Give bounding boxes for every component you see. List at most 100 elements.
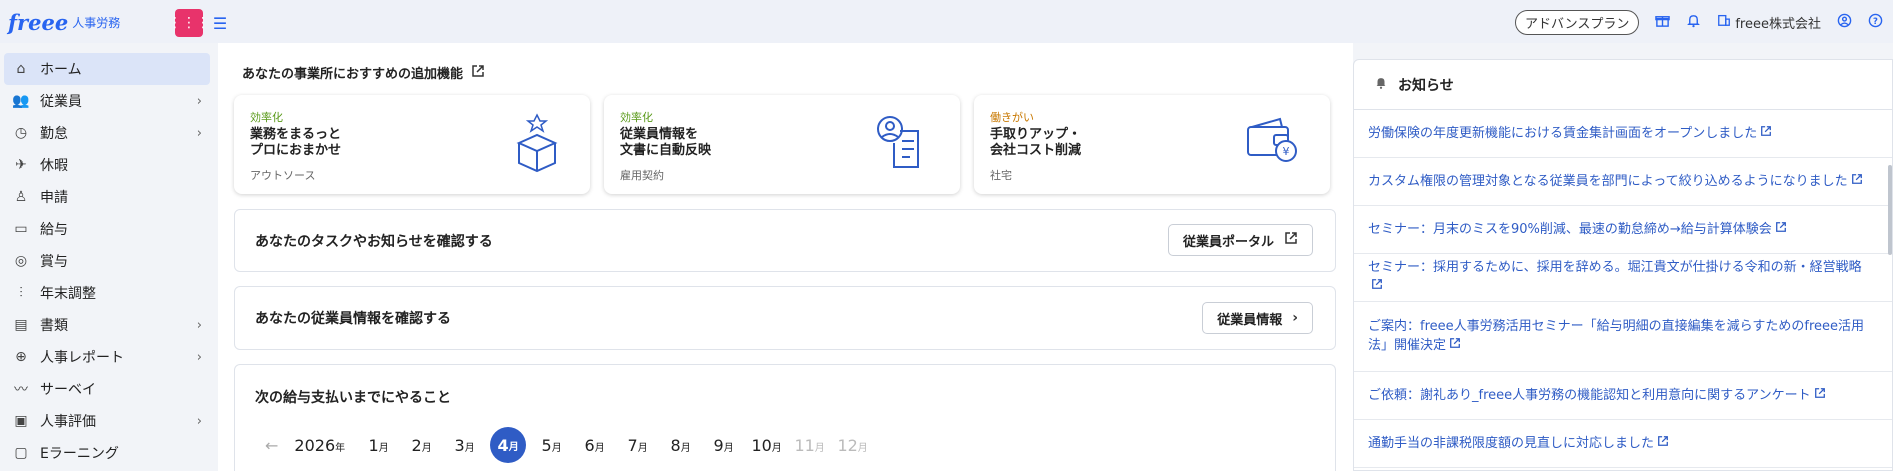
logo-product-name: 人事労務 bbox=[72, 15, 121, 30]
month-selector: ← 2026年 1月 2月 3月 4 月 5月 6月 7月 8月 9月 10月 11月 12月 bbox=[265, 427, 874, 463]
external-link-icon bbox=[1851, 174, 1863, 188]
news-item-text: カスタム権限の管理対象となる従業員を部門によって絞り込めるようになりました bbox=[1368, 174, 1848, 189]
svg-text:?: ? bbox=[1873, 15, 1878, 25]
svg-text:¥: ¥ bbox=[1283, 145, 1290, 158]
external-link-icon bbox=[1284, 231, 1298, 249]
external-link-icon bbox=[1449, 338, 1461, 352]
month-5[interactable]: 5月 bbox=[530, 436, 573, 455]
user-icon[interactable] bbox=[1837, 13, 1852, 32]
month-10[interactable]: 10月 bbox=[745, 436, 788, 455]
employee-info-panel: あなたの従業員情報を確認する 従業員情報 › bbox=[234, 286, 1336, 350]
freee-logo[interactable]: freee 人事労務 bbox=[8, 9, 121, 35]
payroll-title: 次の給与支払いまでにやること bbox=[255, 390, 451, 406]
chevron-right-icon: › bbox=[196, 317, 202, 333]
month-2[interactable]: 2月 bbox=[400, 436, 443, 455]
sidebar-item-hr-report[interactable]: ⊕ 人事レポート › bbox=[4, 341, 210, 373]
elearning-icon: ▢ bbox=[14, 445, 28, 461]
chevron-right-icon: › bbox=[196, 93, 202, 109]
sidebar-item-label: 休暇 bbox=[40, 158, 68, 174]
feature-tag: 効率化 bbox=[620, 111, 653, 124]
news-item[interactable]: 通勤手当の非課税限度額の見直しに対応しました bbox=[1354, 420, 1892, 468]
bell-icon[interactable] bbox=[1686, 13, 1701, 32]
box-icon bbox=[514, 113, 560, 179]
prev-arrow-icon[interactable]: ← bbox=[265, 436, 278, 455]
sidebar-item-requests[interactable]: ♙ 申請 bbox=[4, 181, 210, 213]
payroll-panel: 次の給与支払いまでにやること ← 2026年 1月 2月 3月 4 月 5月 6月 7月 8月 9… bbox=[234, 364, 1336, 471]
sidebar-item-attendance[interactable]: ◷ 勤怠 › bbox=[4, 117, 210, 149]
company-switcher[interactable]: freee株式会社 bbox=[1717, 13, 1821, 32]
sidebar-item-label: 賞与 bbox=[40, 254, 68, 270]
news-item[interactable]: カスタム権限の管理対象となる従業員を部門によって絞り込めるようになりました bbox=[1354, 158, 1892, 206]
sidebar-item-payroll[interactable]: ▭ 給与 bbox=[4, 213, 210, 245]
month-1[interactable]: 1月 bbox=[357, 436, 400, 455]
clock-icon: ◷ bbox=[14, 125, 28, 141]
news-item-text: セミナー：月末のミスを90%削減、最速の勤怠締め→給与計算体験会 bbox=[1368, 222, 1772, 237]
medal-icon: ◎ bbox=[14, 253, 28, 269]
sidebar-item-employees[interactable]: 👥 従業員 › bbox=[4, 85, 210, 117]
card-icon: ▭ bbox=[14, 221, 28, 237]
tasks-panel: あなたのタスクやお知らせを確認する 従業員ポータル bbox=[234, 209, 1336, 272]
sidebar-item-label: 従業員 bbox=[40, 94, 82, 110]
home-icon: ⌂ bbox=[16, 61, 26, 77]
feature-title: 手取りアップ・ 会社コスト削減 bbox=[990, 127, 1082, 158]
news-item[interactable]: 労働保険の年度更新機能における賃金集計画面をオープンしました bbox=[1354, 110, 1892, 158]
news-item-text: 労働保険の年度更新機能における賃金集計画面をオープンしました bbox=[1368, 126, 1758, 141]
recommend-section-title[interactable]: あなたの事業所におすすめの追加機能 bbox=[242, 63, 485, 82]
sidebar-item-documents[interactable]: ▤ 書類 › bbox=[4, 309, 210, 341]
month-11: 11月 bbox=[794, 435, 825, 455]
sidebar-item-elearning[interactable]: ▢ Eラーニング bbox=[4, 437, 210, 469]
apps-grid-icon[interactable]: ⋮⋮⋮ bbox=[168, 9, 210, 37]
plan-badge[interactable]: アドバンスプラン bbox=[1514, 9, 1640, 35]
feature-title: 業務をまるっと プロにおまかせ bbox=[250, 127, 342, 158]
employee-portal-label: 従業員ポータル bbox=[1182, 234, 1274, 250]
news-item[interactable]: セミナー：採用するために、採用を辞める。堀江貴文が仕掛ける令和の新・経営戦略 bbox=[1354, 254, 1892, 302]
employee-portal-button[interactable]: 従業員ポータル bbox=[1167, 224, 1313, 256]
feature-tag: 効率化 bbox=[250, 111, 283, 124]
feature-card-employment-contract[interactable]: 効率化 従業員情報を 文書に自動反映 雇用契約 bbox=[604, 95, 960, 194]
help-icon[interactable]: ? bbox=[1868, 13, 1883, 32]
chevron-right-icon: › bbox=[1292, 310, 1298, 326]
sidebar-item-survey[interactable]: 〰 サーベイ bbox=[4, 373, 210, 405]
building-icon bbox=[1717, 13, 1731, 31]
sidebar-item-label: Eラーニング bbox=[40, 446, 119, 462]
news-item[interactable]: ご依頼：謝礼あり_freee人事労務の機能認知と利用意向に関するアンケート bbox=[1354, 372, 1892, 420]
sidebar-item-label: 人事レポート bbox=[40, 350, 124, 366]
month-8[interactable]: 8月 bbox=[659, 436, 702, 455]
feature-card-outsource[interactable]: 効率化 業務をまるっと プロにおまかせ アウトソース bbox=[234, 95, 590, 194]
feature-card-company-housing[interactable]: 働きがい 手取りアップ・ 会社コスト削減 社宅 ¥ bbox=[974, 95, 1330, 194]
sidebar-item-evaluation[interactable]: ▣ 人事評価 › bbox=[4, 405, 210, 437]
header-actions: アドバンスプラン freee株式会社 ? bbox=[1514, 9, 1883, 35]
logo-mark: freee bbox=[8, 9, 69, 35]
company-name: freee株式会社 bbox=[1735, 16, 1821, 32]
month-9[interactable]: 9月 bbox=[702, 436, 745, 455]
sidebar-item-year-end[interactable]: ⫶ 年末調整 bbox=[4, 277, 210, 309]
month-7[interactable]: 7月 bbox=[616, 436, 659, 455]
news-scrollbar[interactable] bbox=[1888, 165, 1892, 255]
report-icon: ⊕ bbox=[15, 349, 27, 365]
news-item-text: 通勤手当の非課税限度額の見直しに対応しました bbox=[1368, 436, 1655, 451]
sidebar-item-label: 年末調整 bbox=[40, 286, 96, 302]
sidebar-item-bonus[interactable]: ◎ 賞与 bbox=[4, 245, 210, 277]
employee-info-button[interactable]: 従業員情報 › bbox=[1202, 302, 1313, 334]
sidebar-item-leave[interactable]: ✈ 休暇 bbox=[4, 149, 210, 181]
month-3[interactable]: 3月 bbox=[443, 436, 486, 455]
document-icon: ▤ bbox=[14, 317, 28, 333]
external-link-icon bbox=[1775, 222, 1787, 236]
news-item-text: セミナー：採用するために、採用を辞める。堀江貴文が仕掛ける令和の新・経営戦略 bbox=[1368, 260, 1862, 275]
month-6[interactable]: 6月 bbox=[573, 436, 616, 455]
external-link-icon bbox=[1814, 388, 1826, 402]
news-item[interactable]: ご案内：freee人事労務活用セミナー「給与明細の直接編集を減らすためのfree… bbox=[1354, 302, 1892, 372]
sidebar-item-home[interactable]: ⌂ ホーム bbox=[4, 53, 210, 85]
gift-icon[interactable] bbox=[1655, 13, 1671, 32]
sidebar-collapse-icon[interactable]: ☰ bbox=[207, 10, 233, 36]
sidebar-item-label: サーベイ bbox=[40, 382, 96, 398]
news-item[interactable]: セミナー：月末のミスを90%削減、最速の勤怠締め→給与計算体験会 bbox=[1354, 206, 1892, 254]
chevron-right-icon: › bbox=[196, 413, 202, 429]
feature-tag: 働きがい bbox=[990, 111, 1034, 124]
chevron-right-icon: › bbox=[196, 125, 202, 141]
wallet-icon: ¥ bbox=[1244, 113, 1300, 173]
month-4[interactable]: 4月 bbox=[490, 427, 527, 463]
plane-icon: ✈ bbox=[15, 157, 27, 173]
news-item-text: ご案内：freee人事労務活用セミナー「給与明細の直接編集を減らすためのfree… bbox=[1368, 319, 1865, 353]
news-card: お知らせ 労働保険の年度更新機能における賃金集計画面をオープンしました カスタム権… bbox=[1353, 59, 1893, 471]
